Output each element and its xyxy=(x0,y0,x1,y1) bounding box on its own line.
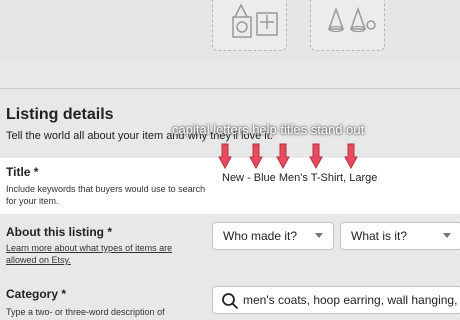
category-label: Category * xyxy=(6,287,67,301)
who-made-it-value: Who made it? xyxy=(223,229,298,243)
search-icon xyxy=(222,293,238,309)
who-made-it-select[interactable]: Who made it? xyxy=(212,222,334,250)
photo-slot-primary[interactable] xyxy=(212,0,287,51)
about-listing-help-link[interactable]: Learn more about what types of items are… xyxy=(6,242,196,266)
cone-shapes-icon xyxy=(327,6,376,33)
down-arrow-icon xyxy=(309,143,323,169)
category-help-text: Type a two- or three-word description of xyxy=(6,307,165,317)
photo-slot-secondary[interactable] xyxy=(310,0,385,51)
chevron-down-icon xyxy=(443,233,451,238)
section-divider xyxy=(0,88,460,89)
category-search-input[interactable]: men's coats, hoop earring, wall hanging,… xyxy=(212,286,460,314)
about-listing-label: About this listing * xyxy=(6,225,112,239)
down-arrow-icon xyxy=(249,143,263,169)
what-is-it-value: What is it? xyxy=(351,229,408,243)
what-is-it-select[interactable]: What is it? xyxy=(340,222,460,250)
photo-upload-icon xyxy=(232,3,278,38)
title-input-value: New - Blue Men's T-Shirt, Large xyxy=(222,172,378,184)
listing-details-heading: Listing details xyxy=(6,106,114,123)
down-arrow-icon xyxy=(218,143,232,169)
title-label: Title * xyxy=(6,165,39,179)
category-search-placeholder: men's coats, hoop earring, wall hanging,… xyxy=(243,293,460,307)
title-input[interactable]: New - Blue Men's T-Shirt, Large xyxy=(212,166,460,192)
chevron-down-icon xyxy=(315,233,323,238)
tutorial-caption: capital letters help titles stand out xyxy=(172,122,365,137)
down-arrow-icon xyxy=(344,143,358,169)
title-help-text: Include keywords that buyers would use t… xyxy=(6,184,206,206)
down-arrow-icon xyxy=(276,143,290,169)
photo-area xyxy=(0,0,460,60)
